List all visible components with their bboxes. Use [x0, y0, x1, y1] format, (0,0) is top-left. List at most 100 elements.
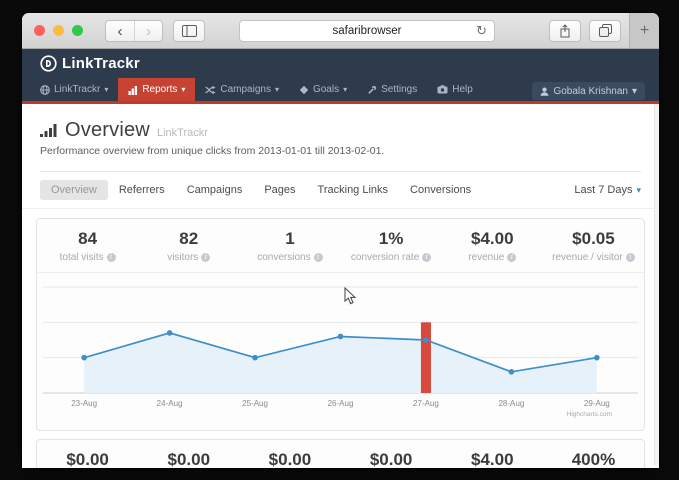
stat-cost-day: $0.00cost / dayi [239, 450, 340, 468]
minimize-window-button[interactable] [53, 25, 64, 36]
linktrackr-logo-icon [40, 55, 57, 72]
tab-tracking-links[interactable]: Tracking Links [307, 180, 400, 200]
x-axis-tick-label: 24-Aug [157, 399, 183, 408]
stat-label: revenuei [442, 252, 543, 263]
info-icon[interactable]: i [201, 253, 210, 262]
date-range-label: Last 7 Days [574, 184, 632, 196]
tabs-icon [599, 24, 612, 37]
stat-conversion-rate: 1%conversion ratei [341, 229, 442, 263]
back-button[interactable]: ‹ [106, 21, 134, 42]
brand[interactable]: LinkTrackr [40, 55, 140, 72]
costs-panel: $0.00total costi$0.00cost / visiti$0.00c… [36, 439, 645, 468]
stat-cost-visit: $0.00cost / visiti [138, 450, 239, 468]
page-title-suffix: LinkTrackr [157, 127, 208, 139]
nav-item-goals[interactable]: Goals ▾ [289, 78, 357, 101]
info-icon[interactable]: i [107, 253, 116, 262]
stat-value: $0.00 [341, 450, 442, 468]
user-icon [540, 87, 549, 96]
tab-overview[interactable]: Overview [40, 180, 108, 200]
stat-visitors: 82visitorsi [138, 229, 239, 263]
nav-label: Goals [313, 84, 339, 95]
nav-item-settings[interactable]: Settings [357, 78, 427, 101]
bar-chart-icon [128, 85, 138, 95]
bottom-stats-row: $0.00total costi$0.00cost / visiti$0.00c… [37, 440, 644, 468]
x-axis-tick-label: 27-Aug [413, 399, 439, 408]
stat-total-visits: 84total visitsi [37, 229, 138, 263]
stat-cpa: $0.00cpai [341, 450, 442, 468]
diamond-icon [299, 85, 309, 95]
info-icon[interactable]: i [626, 253, 635, 262]
tab-conversions[interactable]: Conversions [399, 180, 482, 200]
report-tabs: Overview Referrers Campaigns Pages Track… [22, 172, 659, 209]
nav-item-help[interactable]: Help [427, 78, 483, 101]
chevron-down-icon: ▾ [636, 185, 641, 196]
nav-item-linktrackr[interactable]: LinkTrackr ▾ [30, 78, 118, 101]
info-icon[interactable]: i [422, 253, 431, 262]
dashboard-panels: 84total visitsi82visitorsi1 conversionsi1… [22, 209, 659, 468]
info-icon[interactable]: i [314, 253, 323, 262]
scrollbar-track[interactable] [654, 104, 659, 465]
browser-toolbar: ‹ › safaribrowser ↻ + [22, 13, 659, 49]
window-controls [34, 25, 83, 36]
stat-label: total visitsi [37, 252, 138, 263]
stat-conversions: 1 conversionsi [239, 229, 340, 263]
refresh-icon[interactable]: ↻ [476, 24, 487, 37]
nav-label: LinkTrackr [54, 84, 100, 95]
stat-revenue: $4.00revenuei [442, 229, 543, 263]
conversion-marker-bar [421, 322, 431, 393]
page-content: Overview LinkTrackr Performance overview… [22, 104, 659, 465]
stat-total-cost: $0.00total costi [37, 450, 138, 468]
stat-value: 400% [543, 450, 644, 468]
user-menu[interactable]: Gobala Krishnan ▾ [532, 82, 645, 100]
nav-label: Campaigns [220, 84, 271, 95]
mouse-cursor [344, 287, 358, 305]
sidebar-icon [182, 25, 197, 37]
x-axis-tick-label: 26-Aug [328, 399, 354, 408]
page-title: Overview [65, 119, 150, 142]
chart-credit: Highcharts.com [567, 411, 612, 418]
tab-campaigns[interactable]: Campaigns [176, 180, 254, 200]
close-window-button[interactable] [34, 25, 45, 36]
overview-chart-icon [40, 123, 58, 138]
site-header: LinkTrackr [22, 49, 659, 78]
stat-label: conversionsi [239, 252, 340, 263]
tab-referrers[interactable]: Referrers [108, 180, 176, 200]
wrench-icon [367, 85, 377, 95]
visits-chart-wrap: 23-Aug24-Aug25-Aug26-Aug27-Aug28-Aug29-A… [37, 273, 644, 430]
tab-pages[interactable]: Pages [253, 180, 306, 200]
stat-value: 1 [239, 229, 340, 249]
nav-item-reports[interactable]: Reports ▾ [118, 78, 195, 101]
new-tab-button[interactable]: + [629, 13, 659, 48]
chevron-down-icon: ▾ [275, 85, 279, 94]
stat-label: visitorsi [138, 252, 239, 263]
stat-profit: $4.00profiti [442, 450, 543, 468]
stat-roi: 400%roii [543, 450, 644, 468]
stat-value: $0.05 [543, 229, 644, 249]
nav-label: Reports [142, 84, 177, 95]
forward-button[interactable]: › [134, 21, 162, 42]
tab-overview-button[interactable] [589, 20, 621, 42]
date-range-selector[interactable]: Last 7 Days ▾ [574, 184, 641, 196]
user-name: Gobala Krishnan [553, 86, 628, 97]
stat-label: revenue / visitori [543, 252, 644, 263]
globe-icon [40, 85, 50, 95]
brand-name: LinkTrackr [62, 55, 140, 72]
top-stats-row: 84total visitsi82visitorsi1 conversionsi1… [37, 219, 644, 273]
stat-revenue-visitor: $0.05 revenue / visitori [543, 229, 644, 263]
nav-label: Settings [381, 84, 417, 95]
stat-value: $4.00 [442, 450, 543, 468]
address-bar[interactable]: safaribrowser ↻ [239, 20, 495, 42]
info-icon[interactable]: i [507, 253, 516, 262]
page-subtitle: Performance overview from unique clicks … [40, 145, 641, 157]
x-axis-tick-label: 29-Aug [584, 399, 610, 408]
share-icon [559, 24, 571, 38]
nav-item-campaigns[interactable]: Campaigns ▾ [195, 78, 289, 101]
zoom-window-button[interactable] [72, 25, 83, 36]
browser-window: ‹ › safaribrowser ↻ + [22, 13, 659, 468]
x-axis-tick-label: 25-Aug [242, 399, 268, 408]
stat-value: 1% [341, 229, 442, 249]
visits-chart[interactable]: 23-Aug24-Aug25-Aug26-Aug27-Aug28-Aug29-A… [39, 275, 642, 425]
sidebar-toggle-button[interactable] [173, 20, 205, 42]
stat-value: $0.00 [138, 450, 239, 468]
share-button[interactable] [549, 20, 581, 42]
